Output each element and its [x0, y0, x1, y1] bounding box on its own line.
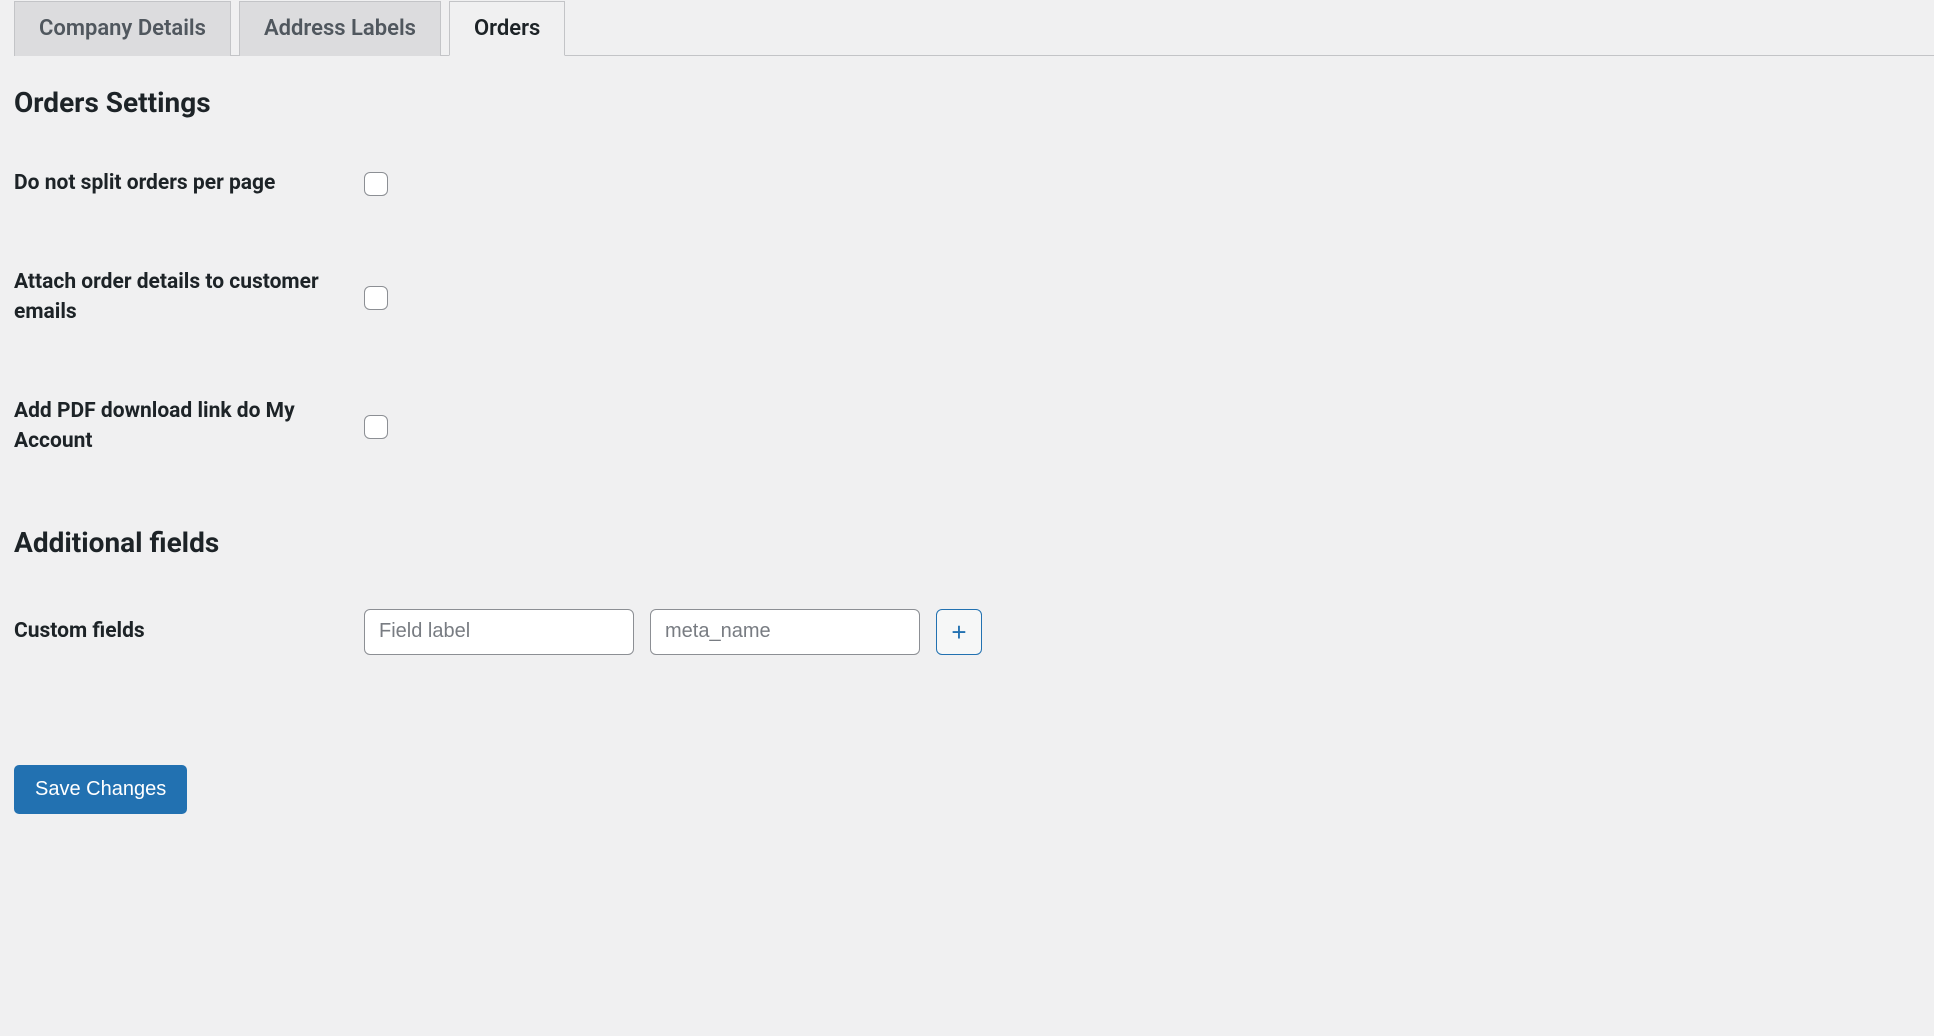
input-meta-name[interactable] — [650, 609, 920, 655]
add-field-button[interactable]: + — [936, 609, 982, 655]
tab-company-details[interactable]: Company Details — [14, 1, 231, 56]
row-attach-emails: Attach order details to customer emails — [14, 268, 1920, 327]
tab-address-labels[interactable]: Address Labels — [239, 1, 441, 56]
row-no-split: Do not split orders per page — [14, 169, 1920, 198]
save-changes-button[interactable]: Save Changes — [14, 765, 187, 814]
orders-settings-title: Orders Settings — [14, 86, 1920, 119]
label-pdf-link: Add PDF download link do My Account — [14, 397, 364, 456]
custom-fields-inputs: + — [364, 609, 982, 655]
label-no-split: Do not split orders per page — [14, 169, 364, 198]
tab-orders[interactable]: Orders — [449, 1, 565, 56]
tabs-nav: Company Details Address Labels Orders — [14, 0, 1934, 56]
row-pdf-link: Add PDF download link do My Account — [14, 397, 1920, 456]
row-custom-fields: Custom fields + — [14, 609, 1920, 655]
input-field-label[interactable] — [364, 609, 634, 655]
additional-fields-title: Additional fields — [14, 526, 1920, 559]
settings-content: Orders Settings Do not split orders per … — [0, 56, 1934, 844]
checkbox-attach-emails[interactable] — [364, 286, 388, 310]
checkbox-pdf-link[interactable] — [364, 415, 388, 439]
label-attach-emails: Attach order details to customer emails — [14, 268, 364, 327]
label-custom-fields: Custom fields — [14, 617, 364, 646]
checkbox-no-split[interactable] — [364, 172, 388, 196]
